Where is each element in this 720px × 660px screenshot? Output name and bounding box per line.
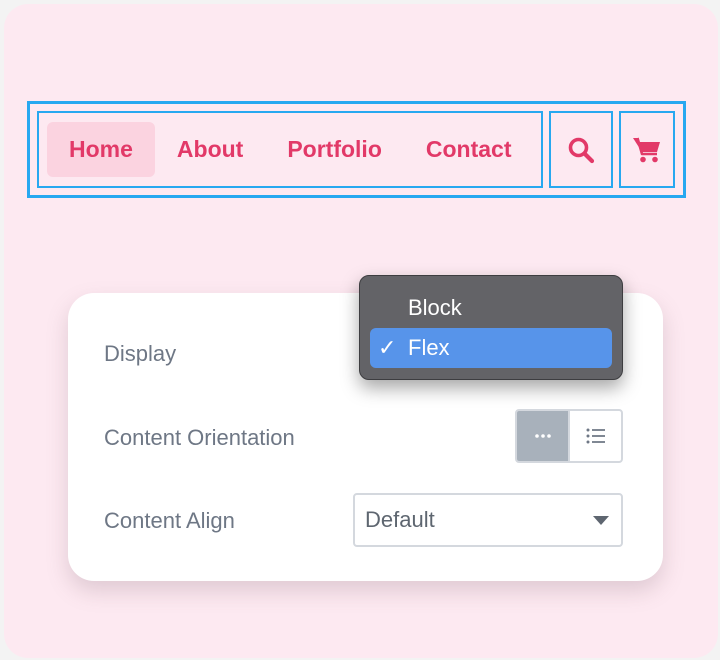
content-orientation-label: Content Orientation: [104, 425, 295, 450]
display-dropdown-menu: Block ✓ Flex: [359, 275, 623, 380]
orientation-horizontal-button[interactable]: [517, 411, 568, 461]
nav-item-contact[interactable]: Contact: [404, 122, 534, 177]
search-button[interactable]: [549, 111, 613, 188]
display-option-flex-label: Flex: [408, 335, 450, 360]
nav-item-portfolio[interactable]: Portfolio: [265, 122, 404, 177]
vertical-list-icon: [586, 428, 605, 444]
cart-icon: [633, 137, 660, 162]
content-align-select[interactable]: Default: [353, 493, 623, 547]
nav-menu: Home About Portfolio Contact: [37, 111, 543, 188]
checkmark-icon: ✓: [378, 335, 397, 360]
display-option-block-label: Block: [408, 295, 462, 320]
content-align-label: Content Align: [104, 508, 235, 533]
horizontal-dots-icon: [534, 434, 551, 438]
search-icon: [568, 137, 595, 163]
display-label: Display: [104, 341, 177, 366]
display-option-flex[interactable]: ✓ Flex: [370, 328, 612, 368]
nav-item-about[interactable]: About: [155, 122, 265, 177]
content-orientation-toggle: [515, 409, 623, 463]
chevron-down-icon: [593, 516, 609, 525]
content-align-value: Default: [365, 507, 435, 532]
display-option-block[interactable]: Block: [370, 288, 612, 328]
nav-item-home[interactable]: Home: [47, 122, 155, 177]
cart-button[interactable]: [619, 111, 675, 188]
orientation-vertical-button[interactable]: [568, 411, 621, 461]
